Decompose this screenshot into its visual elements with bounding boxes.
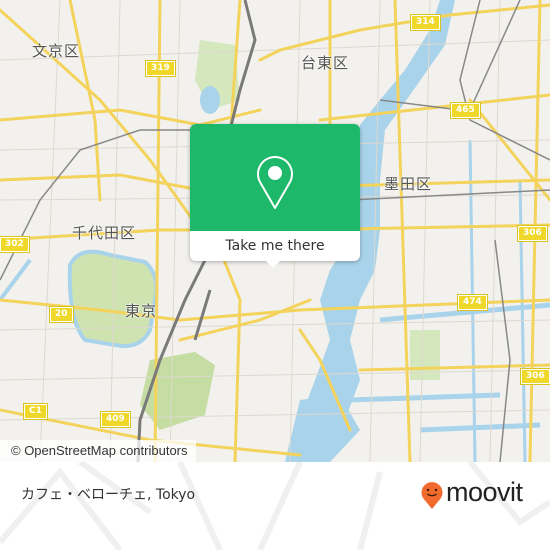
district-label-bunkyo: 文京区 [32, 42, 81, 60]
shinobazu-pond [200, 86, 220, 114]
park-hibiya [140, 352, 215, 430]
district-label-sumida: 墨田区 [384, 175, 433, 193]
map-attribution[interactable]: © OpenStreetMap contributors [0, 440, 196, 462]
route-shield: 20 [49, 306, 74, 323]
route-shield: 319 [145, 60, 176, 77]
district-label-taito: 台東区 [301, 54, 350, 72]
take-me-there-button[interactable]: Take me there [190, 231, 360, 261]
route-shield: 474 [457, 294, 488, 311]
place-name: カフェ・ベローチェ, Tokyo [21, 487, 196, 503]
map-pin-icon [257, 156, 293, 209]
route-shield: 306 [520, 368, 550, 385]
footer: カフェ・ベローチェ, Tokyo moovit [0, 462, 550, 550]
popup-pointer [265, 260, 281, 268]
canal-4 [419, 422, 541, 433]
moovit-wordmark: moovit [446, 477, 523, 507]
popup-header[interactable] [190, 124, 360, 231]
district-label-chiyoda: 千代田区 [72, 224, 137, 242]
route-shield: 314 [410, 14, 441, 31]
route-shield: C1 [23, 403, 48, 420]
district-label-tokyo: 東京 [125, 302, 158, 320]
route-shield: 306 [517, 225, 548, 242]
canal-5 [0, 258, 32, 302]
route-shield: 409 [100, 411, 131, 428]
moovit-smiley-pin-icon [421, 482, 443, 509]
route-shield: 465 [450, 102, 481, 119]
take-me-there-popup[interactable]: Take me there [190, 124, 360, 261]
canal-3 [349, 392, 501, 403]
route-shield: 302 [0, 236, 30, 253]
